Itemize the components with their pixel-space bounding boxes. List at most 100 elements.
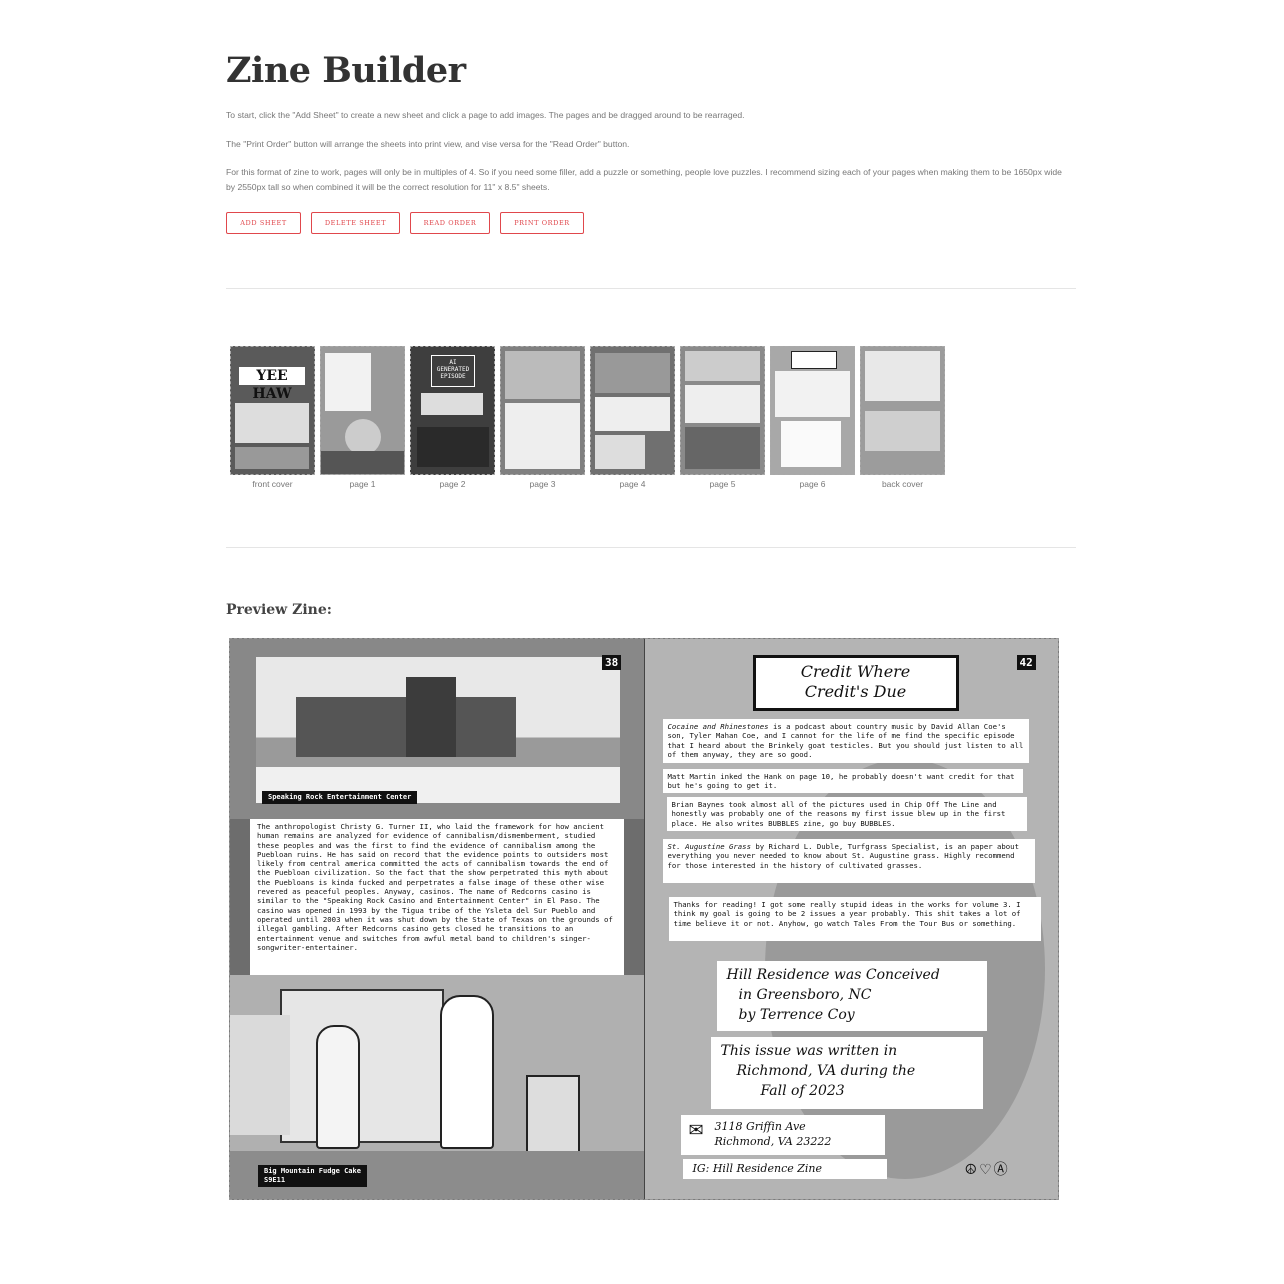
credit-podcast: Cocaine and Rhinestones is a podcast abo… [662, 719, 1029, 763]
hand-line: Richmond, VA during the [736, 1063, 916, 1079]
preview-page-right: 42 Credit Where Credit's Due Cocaine and… [643, 639, 1058, 1199]
handwritten-origin: Hill Residence was Conceived in Greensbo… [716, 961, 987, 1031]
thumbnail-heading [791, 351, 837, 369]
episode-caption: Big Mountain Fudge Cake S9E11 [258, 1165, 367, 1187]
thumbnail-photo [595, 353, 670, 393]
thumbnail-text-block [417, 427, 489, 467]
peace-icon: ☮ [964, 1161, 980, 1177]
tower-shape [406, 677, 456, 757]
sign-board-partial [230, 1015, 290, 1135]
episode-code: S9E11 [264, 1176, 286, 1184]
preview-page-left: 38 Speaking Rock Entertainment Center Th… [230, 639, 644, 1199]
page-thumbnail-image[interactable] [860, 346, 945, 475]
credit-title: Cocaine and Rhinestones [667, 722, 769, 731]
hand-line: in Greensboro, NC [738, 987, 872, 1003]
page-thumbnail-image[interactable]: AI GENERATED EPISODE [410, 346, 495, 475]
divider [226, 288, 1076, 289]
handwritten-written-in: This issue was written in Richmond, VA d… [710, 1037, 983, 1109]
preview-heading: Preview Zine: [226, 602, 332, 618]
thumbnail-toc [325, 353, 371, 411]
guitarist-figure [440, 995, 494, 1149]
page-number: 42 [1016, 655, 1036, 670]
thumbnail-photo [865, 411, 940, 451]
thumbnail-label: page 6 [799, 479, 826, 489]
amplifier [526, 1075, 580, 1155]
instagram-handle: IG: Hill Residence Zine [682, 1159, 887, 1179]
credit-paper: St. Augustine Grass by Richard L. Duble,… [662, 839, 1035, 883]
credit-inker: Matt Martin inked the Hank on page 10, h… [662, 769, 1023, 793]
thumbnail-front-cover[interactable]: YEE HAW front cover [230, 346, 315, 489]
hand-line: This issue was written in [720, 1043, 898, 1059]
credits-heading: Credit Where Credit's Due [752, 655, 959, 711]
episode-title: Big Mountain Fudge Cake [264, 1167, 361, 1175]
thumbnail-text-block [685, 385, 760, 423]
thumbnail-back-cover[interactable]: back cover [860, 346, 945, 489]
address-line: 3118 Griffin Ave [714, 1120, 806, 1133]
intro-paragraph-3: For this format of zine to work, pages w… [226, 167, 1062, 192]
divider [226, 547, 1076, 548]
thumbnail-photo [685, 351, 760, 381]
credit-photos: Brian Baynes took almost all of the pict… [666, 797, 1027, 831]
guitarist-figure [316, 1025, 360, 1149]
thumbnail-label: front cover [252, 479, 293, 489]
thumbnail-label: back cover [881, 479, 924, 489]
page-thumbnail-image[interactable] [770, 346, 855, 475]
thumbnail-label: page 5 [709, 479, 736, 489]
page-thumbnail-image[interactable] [590, 346, 675, 475]
thumbnail-photo [235, 447, 309, 469]
add-sheet-button[interactable]: Add Sheet [226, 212, 301, 234]
credits-heading-line: Credit's Due [804, 682, 907, 701]
hand-line: by Terrence Coy [738, 1007, 855, 1023]
thumbnail-label: page 3 [529, 479, 556, 489]
thumbnail-text-block [235, 403, 309, 443]
thumbnail-photo [321, 451, 404, 474]
page-thumbnail-image[interactable]: YEE HAW [230, 346, 315, 475]
thumbnail-page-5[interactable]: page 5 [680, 346, 765, 489]
thumbnail-text-block [865, 351, 940, 401]
envelope-icon: ✉ [688, 1120, 704, 1141]
intro-paragraph-1: To start, click the "Add Sheet" to creat… [226, 110, 745, 120]
print-order-button[interactable]: Print Order [500, 212, 584, 234]
anarchy-icon: Ⓐ [993, 1161, 1010, 1177]
intro-paragraph-2: The "Print Order" button will arrange th… [226, 139, 630, 149]
thumbnail-page-4[interactable]: page 4 [590, 346, 675, 489]
thumbnail-page-3[interactable]: page 3 [500, 346, 585, 489]
delete-sheet-button[interactable]: Delete Sheet [311, 212, 400, 234]
casino-photo [256, 657, 620, 803]
thumbnail-label: page 1 [349, 479, 376, 489]
thumbnail-title-art: YEE HAW [239, 367, 305, 402]
thumbnail-label: page 2 [439, 479, 466, 489]
thumbnail-page-2[interactable]: AI GENERATED EPISODE page 2 [410, 346, 495, 489]
sign-board [280, 989, 444, 1143]
thumbnail-title-art: AI GENERATED EPISODE [431, 355, 475, 387]
page-thumbnail-image[interactable] [500, 346, 585, 475]
thumbnail-page-1[interactable]: page 1 [320, 346, 405, 489]
page-number: 38 [602, 655, 622, 670]
address-line: Richmond, VA 23222 [714, 1135, 832, 1148]
credits-heading-line: Credit Where [800, 662, 911, 681]
thumbnail-illustration [685, 427, 760, 469]
thumbnail-text-block [595, 397, 670, 431]
thumbnail-keyboard [421, 393, 483, 415]
thumbnail-map [595, 435, 645, 469]
photo-caption: Speaking Rock Entertainment Center [262, 791, 418, 804]
mailing-address: ✉ 3118 Griffin Ave Richmond, VA 23222 [680, 1115, 885, 1155]
credit-title: St. Augustine Grass [667, 842, 751, 851]
page-thumbnails: YEE HAW front cover page 1 AI GENERATED … [230, 346, 945, 489]
thumbnail-page-6[interactable]: page 6 [770, 346, 855, 489]
toolbar: Add Sheet Delete Sheet Read Order Print … [226, 212, 584, 234]
thanks-note: Thanks for reading! I got some really st… [668, 897, 1041, 941]
thumbnail-text-block [505, 403, 580, 469]
thumbnail-label: page 4 [619, 479, 646, 489]
page-thumbnail-image[interactable] [320, 346, 405, 475]
body-text: The anthropologist Christy G. Turner II,… [250, 819, 624, 975]
hand-line: Hill Residence was Conceived [726, 967, 940, 983]
thumbnail-illustration [505, 351, 580, 399]
read-order-button[interactable]: Read Order [410, 212, 490, 234]
page-title: Zine Builder [226, 50, 466, 91]
thumbnail-text-block [775, 371, 850, 417]
hand-line: Fall of 2023 [760, 1083, 845, 1099]
page-thumbnail-image[interactable] [680, 346, 765, 475]
symbol-icons: ☮♡Ⓐ [965, 1159, 1010, 1179]
thumbnail-water-tower [345, 419, 381, 455]
